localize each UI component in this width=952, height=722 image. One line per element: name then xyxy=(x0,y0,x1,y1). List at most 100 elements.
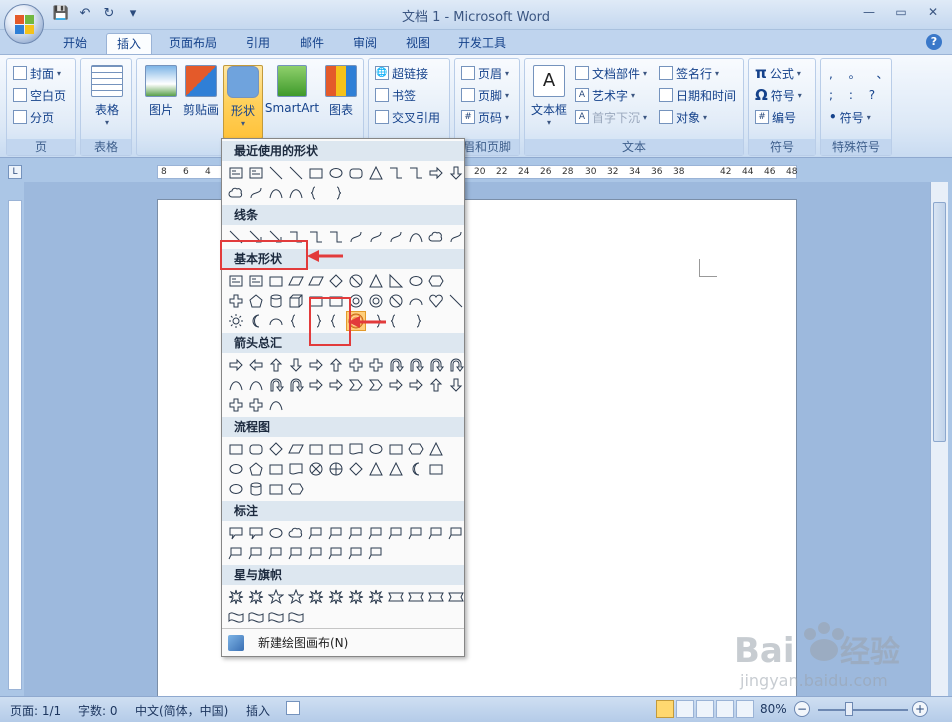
scrollbar-thumb[interactable] xyxy=(933,202,946,442)
tri-shape-icon[interactable] xyxy=(366,459,386,479)
doc-shape-icon[interactable] xyxy=(286,459,306,479)
callout2-shape-icon[interactable] xyxy=(326,523,346,543)
uturn-shape-icon[interactable] xyxy=(266,375,286,395)
oval-shape-icon[interactable] xyxy=(366,439,386,459)
cross-shape-icon[interactable] xyxy=(246,395,266,415)
oval-shape-icon[interactable] xyxy=(226,459,246,479)
callout2-shape-icon[interactable] xyxy=(386,523,406,543)
orsym-shape-icon[interactable] xyxy=(306,459,326,479)
curve-shape-icon[interactable] xyxy=(226,375,246,395)
zig-shape-icon[interactable] xyxy=(246,183,266,203)
para-shape-icon[interactable] xyxy=(286,439,306,459)
special-symbols-row1[interactable]: , 。 、 xyxy=(829,63,894,83)
elbow-shape-icon[interactable] xyxy=(386,163,406,183)
heart-shape-icon[interactable] xyxy=(426,291,446,311)
draft-view-button[interactable] xyxy=(736,700,754,718)
arrd-shape-icon[interactable] xyxy=(446,163,466,183)
tab-view[interactable]: 视图 xyxy=(398,33,438,54)
dia-shape-icon[interactable] xyxy=(326,271,346,291)
cloud-shape-icon[interactable] xyxy=(286,523,306,543)
arr-shape-icon[interactable] xyxy=(306,355,326,375)
callout2-shape-icon[interactable] xyxy=(306,543,326,563)
text-shape-icon[interactable] xyxy=(226,163,246,183)
text-shape-icon[interactable] xyxy=(226,271,246,291)
curve-shape-icon[interactable] xyxy=(286,183,306,203)
curve-shape-icon[interactable] xyxy=(406,227,426,247)
brace-shape-icon[interactable] xyxy=(306,183,326,203)
tri-shape-icon[interactable] xyxy=(426,439,446,459)
rect-shape-icon[interactable] xyxy=(326,439,346,459)
zoom-out-button[interactable]: − xyxy=(794,701,810,717)
outline-view-button[interactable] xyxy=(716,700,734,718)
uturn-shape-icon[interactable] xyxy=(286,375,306,395)
oval-shape-icon[interactable] xyxy=(226,479,246,499)
special-symbol-button[interactable]: • 符号 ▾ xyxy=(829,107,871,127)
footer-button[interactable]: 页脚 ▾ xyxy=(461,85,509,105)
chevron-shape-icon[interactable] xyxy=(346,375,366,395)
help-icon[interactable]: ? xyxy=(926,34,942,50)
arr-shape-icon[interactable] xyxy=(406,375,426,395)
banner-shape-icon[interactable] xyxy=(426,587,446,607)
para-shape-icon[interactable] xyxy=(306,271,326,291)
arrd-shape-icon[interactable] xyxy=(446,375,466,395)
burst-shape-icon[interactable] xyxy=(226,587,246,607)
arru-shape-icon[interactable] xyxy=(326,355,346,375)
rrect-shape-icon[interactable] xyxy=(246,439,266,459)
elbow-shape-icon[interactable] xyxy=(306,227,326,247)
picture-button[interactable]: 图片 xyxy=(139,65,183,139)
close-button[interactable]: ✕ xyxy=(918,2,948,22)
rect-shape-icon[interactable] xyxy=(226,439,246,459)
star-shape-icon[interactable] xyxy=(286,587,306,607)
dia-shape-icon[interactable] xyxy=(346,459,366,479)
braceR-shape-icon[interactable] xyxy=(326,183,346,203)
symbol-button[interactable]: Ω 符号 ▾ xyxy=(755,85,802,105)
print-layout-view-button[interactable] xyxy=(656,700,674,718)
tab-selector[interactable]: L xyxy=(8,165,22,179)
arrl-shape-icon[interactable] xyxy=(246,355,266,375)
chevron-shape-icon[interactable] xyxy=(366,375,386,395)
noSym-shape-icon[interactable] xyxy=(386,291,406,311)
rect-shape-icon[interactable] xyxy=(266,271,286,291)
arrd-shape-icon[interactable] xyxy=(286,355,306,375)
pent-shape-icon[interactable] xyxy=(246,291,266,311)
tab-developer[interactable]: 开发工具 xyxy=(450,33,514,54)
curve-shape-icon[interactable] xyxy=(246,375,266,395)
macro-record-icon[interactable] xyxy=(286,701,300,715)
cloud-shape-icon[interactable] xyxy=(426,227,446,247)
callout2-shape-icon[interactable] xyxy=(226,543,246,563)
callout2-shape-icon[interactable] xyxy=(266,543,286,563)
arr-shape-icon[interactable] xyxy=(306,375,326,395)
tab-insert[interactable]: 插入 xyxy=(106,33,152,54)
arr-shape-icon[interactable] xyxy=(426,163,446,183)
maximize-button[interactable]: ▭ xyxy=(886,2,916,22)
line-shape-icon[interactable] xyxy=(446,291,466,311)
burst-shape-icon[interactable] xyxy=(366,587,386,607)
brace-shape-icon[interactable] xyxy=(286,311,306,331)
oval-shape-icon[interactable] xyxy=(266,523,286,543)
doc-shape-icon[interactable] xyxy=(346,439,366,459)
callout2-shape-icon[interactable] xyxy=(246,543,266,563)
line-shape-icon[interactable] xyxy=(286,163,306,183)
uturn-shape-icon[interactable] xyxy=(406,355,426,375)
shapes-button[interactable]: 形状 ▾ xyxy=(223,65,263,139)
header-button[interactable]: 页眉 ▾ xyxy=(461,63,509,83)
hex-shape-icon[interactable] xyxy=(406,439,426,459)
tab-page-layout[interactable]: 页面布局 xyxy=(162,33,224,54)
oval-shape-icon[interactable] xyxy=(406,271,426,291)
wave-shape-icon[interactable] xyxy=(286,607,306,627)
braceR-shape-icon[interactable] xyxy=(406,311,426,331)
plus-shape-icon[interactable] xyxy=(326,459,346,479)
callout2-shape-icon[interactable] xyxy=(446,523,466,543)
hyperlink-button[interactable]: 🌐 超链接 xyxy=(375,63,428,83)
tri-shape-icon[interactable] xyxy=(366,163,386,183)
cyl-shape-icon[interactable] xyxy=(266,291,286,311)
smartart-button[interactable]: SmartArt xyxy=(263,65,321,139)
wordart-button[interactable]: A 艺术字 ▾ xyxy=(575,85,635,105)
signature-button[interactable]: 签名行 ▾ xyxy=(659,63,719,83)
hex-shape-icon[interactable] xyxy=(426,271,446,291)
callout2-shape-icon[interactable] xyxy=(306,523,326,543)
zig-shape-icon[interactable] xyxy=(386,227,406,247)
cube-shape-icon[interactable] xyxy=(286,291,306,311)
moon-shape-icon[interactable] xyxy=(406,459,426,479)
zoom-level[interactable]: 80% xyxy=(760,702,787,716)
